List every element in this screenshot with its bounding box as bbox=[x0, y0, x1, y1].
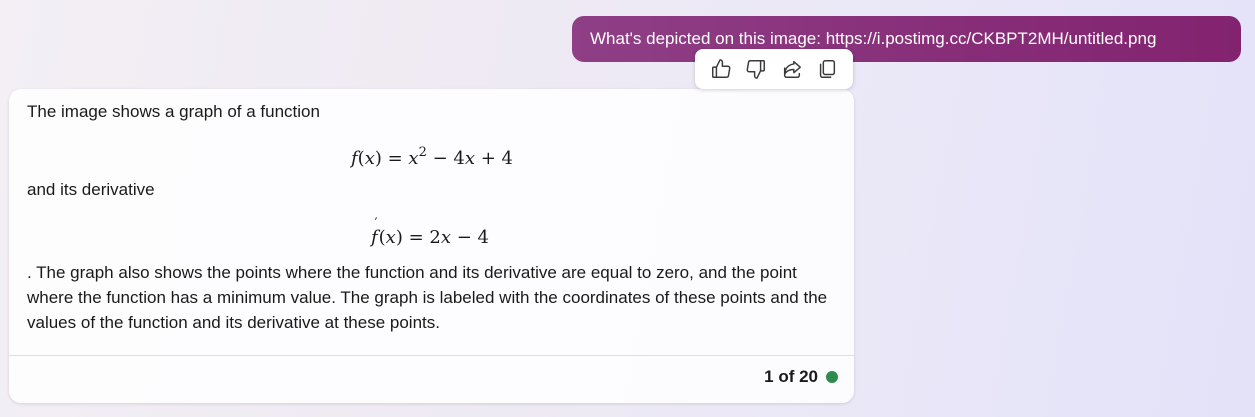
math-symbol: x bbox=[364, 148, 375, 169]
user-message-text: What's depicted on this image: https://i… bbox=[590, 29, 1157, 48]
share-icon bbox=[783, 60, 801, 78]
math-symbol: ) bbox=[395, 227, 403, 248]
response-footer: 1 of 20 bbox=[764, 367, 838, 387]
math-prime: ′ bbox=[374, 216, 378, 231]
derivative-equation: f′(x) = 2x − 4 bbox=[371, 216, 489, 248]
copy-button[interactable] bbox=[814, 56, 840, 82]
status-dot-icon bbox=[826, 371, 838, 383]
math-symbol: x bbox=[385, 227, 396, 248]
math-symbol: + 4 bbox=[475, 148, 513, 169]
math-exponent: 2 bbox=[418, 145, 427, 160]
math-symbol: − 4 bbox=[450, 227, 489, 248]
user-message-bubble: What's depicted on this image: https://i… bbox=[572, 16, 1241, 62]
card-divider bbox=[9, 355, 854, 356]
math-symbol: = bbox=[381, 148, 409, 169]
bot-response-card: The image shows a graph of a function f(… bbox=[9, 89, 854, 403]
math-symbol: = 2 bbox=[402, 227, 441, 248]
math-symbol: x bbox=[408, 148, 419, 169]
math-symbol: ) bbox=[374, 148, 382, 169]
math-symbol: ( bbox=[378, 227, 386, 248]
share-button[interactable] bbox=[779, 56, 805, 82]
math-symbol: ( bbox=[357, 148, 365, 169]
math-symbol: x bbox=[464, 148, 475, 169]
like-button[interactable] bbox=[708, 56, 734, 82]
bot-response-body: The image shows a graph of a function f(… bbox=[9, 89, 854, 355]
response-paragraph-2: and its derivative bbox=[27, 180, 155, 199]
math-symbol: f bbox=[351, 148, 358, 169]
math-symbol: − 4 bbox=[426, 148, 465, 169]
thumbs-up-icon bbox=[711, 59, 731, 78]
reaction-toolbar bbox=[695, 49, 853, 89]
function-equation: f(x) = x2 − 4x + 4 bbox=[351, 145, 513, 169]
response-paragraph-1: The image shows a graph of a function bbox=[27, 102, 320, 121]
copy-icon bbox=[820, 60, 836, 78]
math-symbol: x bbox=[440, 227, 451, 248]
thumbs-down-icon bbox=[746, 60, 766, 79]
dislike-button[interactable] bbox=[743, 56, 769, 82]
response-counter: 1 of 20 bbox=[764, 367, 818, 386]
response-paragraph-3: . The graph also shows the points where … bbox=[27, 263, 828, 332]
